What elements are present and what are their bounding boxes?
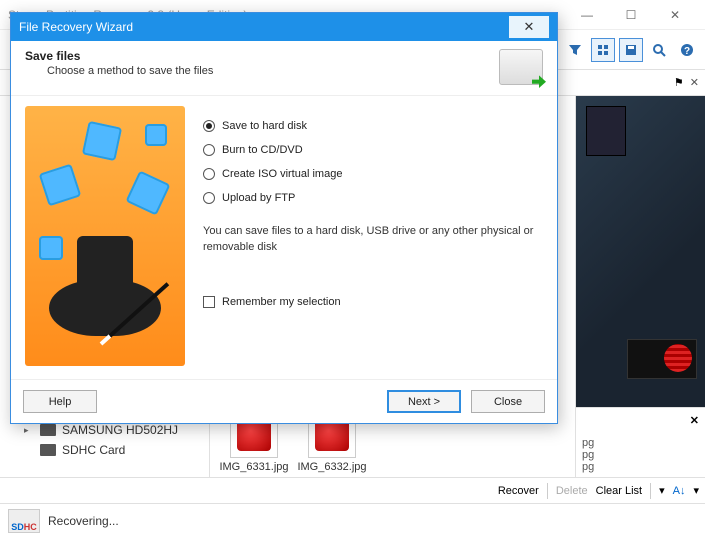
radio-icon: [203, 192, 215, 204]
close-button[interactable]: Close: [471, 390, 545, 413]
clearlist-button[interactable]: Clear List: [596, 485, 642, 497]
save-icon[interactable]: [619, 38, 643, 62]
status-bar: SDHC Recovering...: [0, 503, 705, 537]
window-controls: — ☐ ✕: [565, 1, 697, 29]
action-toolbar: Recover Delete Clear List ▾ A↓ ▾: [0, 477, 705, 503]
wizard-illustration: [25, 106, 185, 366]
filter-icon[interactable]: [563, 38, 587, 62]
radio-icon: [203, 168, 215, 180]
recover-button[interactable]: Recover: [498, 485, 539, 497]
drive-icon: [40, 444, 56, 456]
tree-item-sdhc[interactable]: SDHC Card: [0, 440, 209, 460]
menu-chevron-icon[interactable]: ▾: [659, 484, 665, 497]
close-window-button[interactable]: ✕: [653, 1, 697, 29]
help-icon[interactable]: ?: [675, 38, 699, 62]
radio-icon: [203, 144, 215, 156]
option-create-iso[interactable]: Create ISO virtual image: [203, 162, 543, 186]
save-method-options: Save to hard disk Burn to CD/DVD Create …: [203, 106, 543, 369]
drive-icon: [40, 424, 56, 436]
preview-image: [576, 96, 705, 407]
radio-icon: [203, 120, 215, 132]
search-icon[interactable]: [647, 38, 671, 62]
option-save-hard-disk[interactable]: Save to hard disk: [203, 114, 543, 138]
svg-text:?: ?: [684, 46, 690, 57]
preview-panel: ✕ pgpgpg: [575, 96, 705, 477]
checkbox-icon: [203, 296, 215, 308]
dialog-heading: Save files: [25, 49, 499, 63]
maximize-button[interactable]: ☐: [609, 1, 653, 29]
file-recovery-wizard-dialog: File Recovery Wizard ✕ Save files Choose…: [10, 12, 558, 424]
minimize-button[interactable]: —: [565, 1, 609, 29]
remember-selection-checkbox[interactable]: Remember my selection: [203, 296, 543, 308]
preview-close-icon[interactable]: ✕: [690, 414, 699, 427]
dialog-subtitle: Choose a method to save the files: [25, 65, 499, 77]
dialog-close-button[interactable]: ✕: [509, 16, 549, 38]
next-button[interactable]: Next >: [387, 390, 461, 413]
option-hint: You can save files to a hard disk, USB d…: [203, 224, 543, 256]
sd-card-icon: SDHC: [8, 509, 40, 533]
thumbnail-view-icon[interactable]: [591, 38, 615, 62]
sort-az-icon[interactable]: A↓: [673, 485, 686, 497]
tab-close-icon[interactable]: ✕: [690, 76, 699, 89]
menu2-chevron-icon[interactable]: ▾: [693, 484, 699, 497]
delete-button[interactable]: Delete: [556, 485, 588, 497]
status-text: Recovering...: [48, 514, 119, 528]
dialog-footer: Help Next > Close: [11, 379, 557, 423]
option-burn-cd-dvd[interactable]: Burn to CD/DVD: [203, 138, 543, 162]
help-button[interactable]: Help: [23, 390, 97, 413]
hard-disk-icon: [499, 49, 543, 85]
tab-pin-icon[interactable]: ⚑: [674, 76, 684, 89]
preview-file-list: pgpgpg: [576, 433, 705, 477]
dialog-header: Save files Choose a method to save the f…: [11, 41, 557, 96]
option-upload-ftp[interactable]: Upload by FTP: [203, 186, 543, 210]
dialog-titlebar[interactable]: File Recovery Wizard ✕: [11, 13, 557, 41]
dialog-title: File Recovery Wizard: [19, 20, 509, 34]
